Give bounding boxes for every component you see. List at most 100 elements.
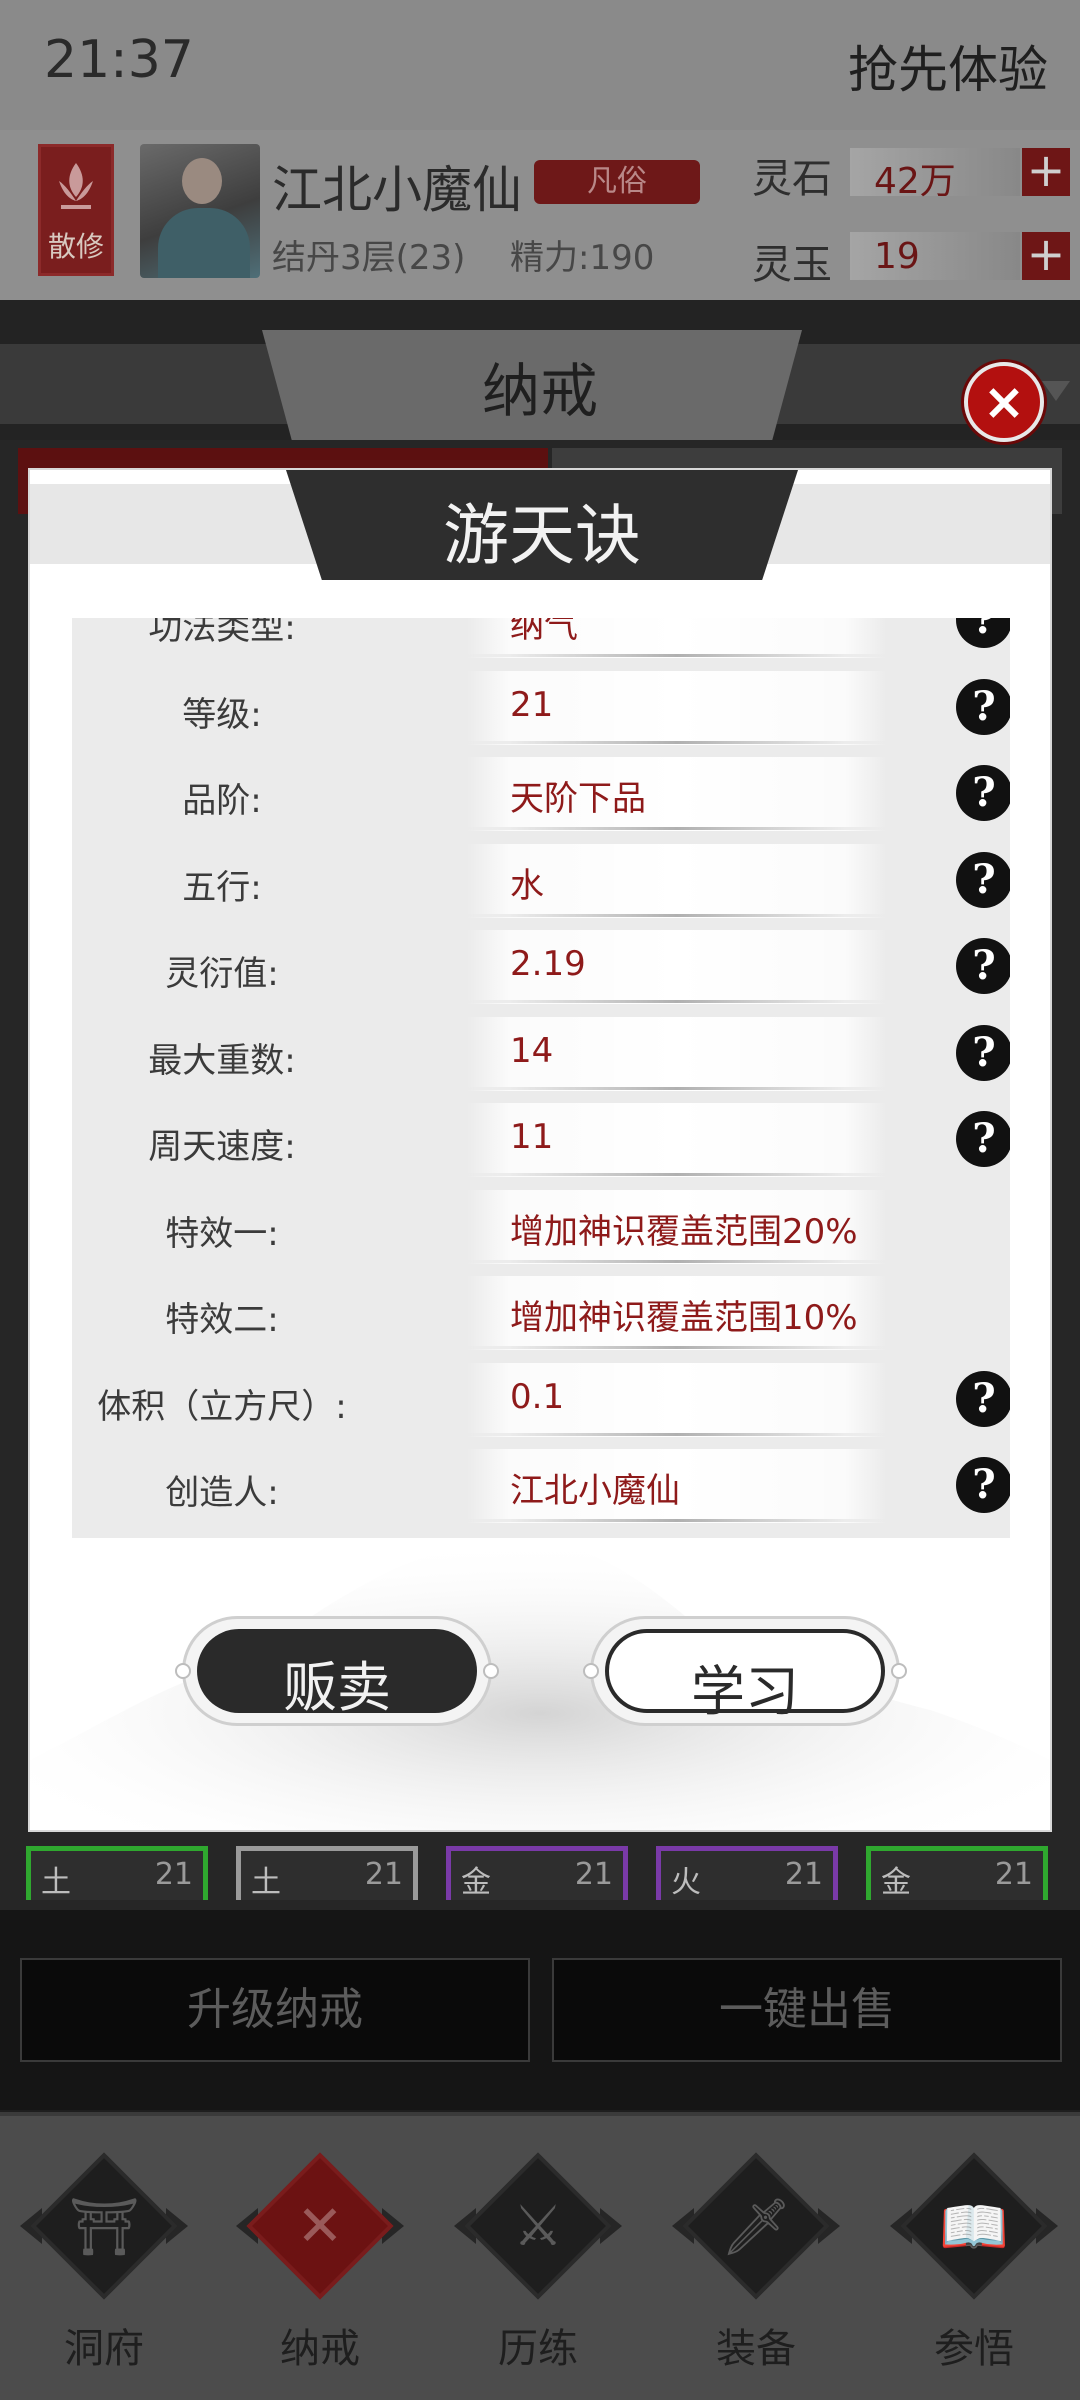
slot-level: 21 xyxy=(154,1857,193,1892)
ring-actions: 升级纳戒 一键出售 xyxy=(0,1910,1080,2110)
early-access-label[interactable]: 抢先体验 xyxy=(848,30,1048,102)
status-time: 21:37 xyxy=(44,30,194,90)
attribute-label: 功法类型: xyxy=(148,618,296,648)
attribute-value: 水 xyxy=(510,865,544,906)
help-icon[interactable]: ? xyxy=(956,851,1010,908)
item-slot-row: 土 21 土 21 金 21 火 21 金 21 xyxy=(26,1846,1066,1900)
slot-level: 21 xyxy=(994,1857,1033,1892)
help-icon[interactable]: ? xyxy=(956,1457,1010,1513)
spirit-jade-label: 灵玉 xyxy=(752,242,832,288)
attribute-value: 增加神识覆盖范围10% xyxy=(510,1298,858,1338)
add-spirit-stone-button[interactable]: + xyxy=(1022,147,1070,196)
attribute-value: 14 xyxy=(510,1030,554,1071)
help-icon[interactable]: ? xyxy=(956,938,1010,994)
slot-level: 21 xyxy=(784,1857,823,1892)
attribute-label: 周天速度: xyxy=(148,1127,296,1167)
lotus-icon xyxy=(59,163,93,209)
nav-item-training[interactable]: ⚔ 历练 xyxy=(448,2152,628,2386)
item-slot[interactable]: 土 21 xyxy=(26,1846,208,1900)
attribute-row: 功法类型: 纳气? xyxy=(72,618,1010,664)
nav-label: 历练 xyxy=(498,2326,578,2372)
attribute-row: 周天速度: 11? xyxy=(72,1097,1010,1183)
nav-item-insight[interactable]: 📖 参悟 xyxy=(884,2152,1064,2386)
attribute-row: 品阶: 天阶下品? xyxy=(72,751,1010,837)
slot-element: 金 xyxy=(881,1865,911,1900)
attribute-value: 纳气 xyxy=(510,618,578,646)
slot-element: 火 xyxy=(671,1865,701,1900)
help-icon[interactable]: ? xyxy=(956,1024,1010,1081)
sell-button[interactable]: 贩卖 xyxy=(175,1616,499,1726)
attribute-list: 功法类型: 纳气? 等级: 21? 品阶: 天阶下品? 五行: 水? 灵衍值: 2.19? 最大重数… xyxy=(72,618,1010,1538)
attribute-label: 特效一: xyxy=(165,1213,279,1254)
book-icon: 📖 xyxy=(939,2195,1009,2260)
rank-badge: 凡俗 xyxy=(534,160,700,204)
attribute-value: 2.19 xyxy=(510,944,586,984)
funnel-icon xyxy=(1042,381,1070,401)
nav-item-equipment[interactable]: 🗡 装备 xyxy=(666,2152,846,2386)
attribute-value: 21 xyxy=(510,684,554,725)
learn-label: 学习 xyxy=(691,1660,799,1723)
attribute-label: 创造人: xyxy=(165,1473,279,1513)
slot-element: 土 xyxy=(41,1865,71,1900)
avatar[interactable] xyxy=(140,144,260,278)
ring-title: 纳戒 xyxy=(481,357,598,425)
sell-label: 贩卖 xyxy=(283,1656,391,1719)
attribute-label: 品阶: xyxy=(182,781,262,821)
close-button[interactable] xyxy=(964,362,1044,442)
attribute-label: 体积（立方尺）: xyxy=(97,1386,347,1427)
attribute-value: 天阶下品 xyxy=(510,779,646,819)
add-spirit-jade-button[interactable]: + xyxy=(1022,231,1070,280)
nav-item-cave[interactable]: ⛩ 洞府 xyxy=(14,2152,194,2386)
slot-element: 土 xyxy=(251,1865,281,1900)
spirit-jade-box: 19 xyxy=(850,232,1020,280)
attribute-label: 特效二: xyxy=(165,1300,279,1340)
help-icon[interactable]: ? xyxy=(956,1370,1010,1427)
item-slot[interactable]: 火 21 xyxy=(656,1846,838,1900)
status-bar: 21:37 抢先体验 xyxy=(0,0,1080,130)
nav-item-ring[interactable]: ✕ 纳戒 xyxy=(230,2152,410,2386)
attribute-value: 11 xyxy=(510,1117,554,1157)
technique-detail-dialog: 游天诀 功法类型: 纳气? 等级: 21? 品阶: 天阶下品? 五行: 水? 灵衍值: 2.19?… xyxy=(28,468,1052,1832)
attribute-label: 灵衍值: xyxy=(165,954,279,994)
sect-label: 散修 xyxy=(47,230,104,263)
help-icon[interactable]: ? xyxy=(956,1111,1010,1167)
attribute-row: 灵衍值: 2.19? xyxy=(72,924,1010,1010)
nav-label: 装备 xyxy=(716,2326,796,2372)
item-slot[interactable]: 金 21 xyxy=(446,1846,628,1900)
player-profile: 散修 江北小魔仙 凡俗 结丹3层(23) 精力:190 灵石 42万 + 灵玉 … xyxy=(0,130,1080,300)
upgrade-ring-button[interactable]: 升级纳戒 xyxy=(20,1958,530,2062)
dialog-title: 游天诀 xyxy=(443,497,641,574)
attribute-label: 五行: xyxy=(182,867,262,908)
spirit-stone-label: 灵石 xyxy=(752,156,832,202)
attribute-value: 0.1 xyxy=(510,1376,565,1417)
item-slot[interactable]: 土 21 xyxy=(236,1846,418,1900)
dagger-icon: 🗡 xyxy=(720,2195,792,2260)
slot-level: 21 xyxy=(364,1857,403,1892)
ring-icon: ✕ xyxy=(296,2194,344,2259)
sect-badge[interactable]: 散修 xyxy=(38,144,114,276)
attribute-row: 特效二: 增加神识覆盖范围10% xyxy=(72,1270,1010,1356)
learn-button[interactable]: 学习 xyxy=(583,1616,907,1726)
attribute-row: 体积（立方尺）: 0.1? xyxy=(72,1357,1010,1443)
slot-level: 21 xyxy=(574,1857,613,1892)
gate-icon: ⛩ xyxy=(68,2195,140,2260)
attribute-row: 特效一: 增加神识覆盖范围20% xyxy=(72,1184,1010,1270)
attribute-row: 等级: 21? xyxy=(72,665,1010,751)
attribute-label: 最大重数: xyxy=(148,1040,296,1081)
nav-label: 洞府 xyxy=(64,2326,144,2372)
sell-all-button[interactable]: 一键出售 xyxy=(552,1958,1062,2062)
swords-icon: ⚔ xyxy=(512,2194,564,2259)
nav-label: 参悟 xyxy=(934,2326,1014,2372)
energy-value: 精力:190 xyxy=(510,238,655,278)
slot-element: 金 xyxy=(461,1865,491,1900)
attribute-row: 五行: 水? xyxy=(72,838,1010,924)
nav-label: 纳戒 xyxy=(280,2326,360,2372)
help-icon[interactable]: ? xyxy=(956,618,1010,648)
help-icon[interactable]: ? xyxy=(956,678,1010,735)
help-icon[interactable]: ? xyxy=(956,765,1010,821)
bottom-nav: ⛩ 洞府 ✕ 纳戒 ⚔ 历练 🗡 装备 📖 参悟 xyxy=(0,2112,1080,2400)
attribute-row: 最大重数: 14? xyxy=(72,1011,1010,1097)
item-slot[interactable]: 金 21 xyxy=(866,1846,1048,1900)
cultivation-realm: 结丹3层(23) xyxy=(272,238,466,278)
spirit-stone-value: 42万 xyxy=(874,161,956,202)
